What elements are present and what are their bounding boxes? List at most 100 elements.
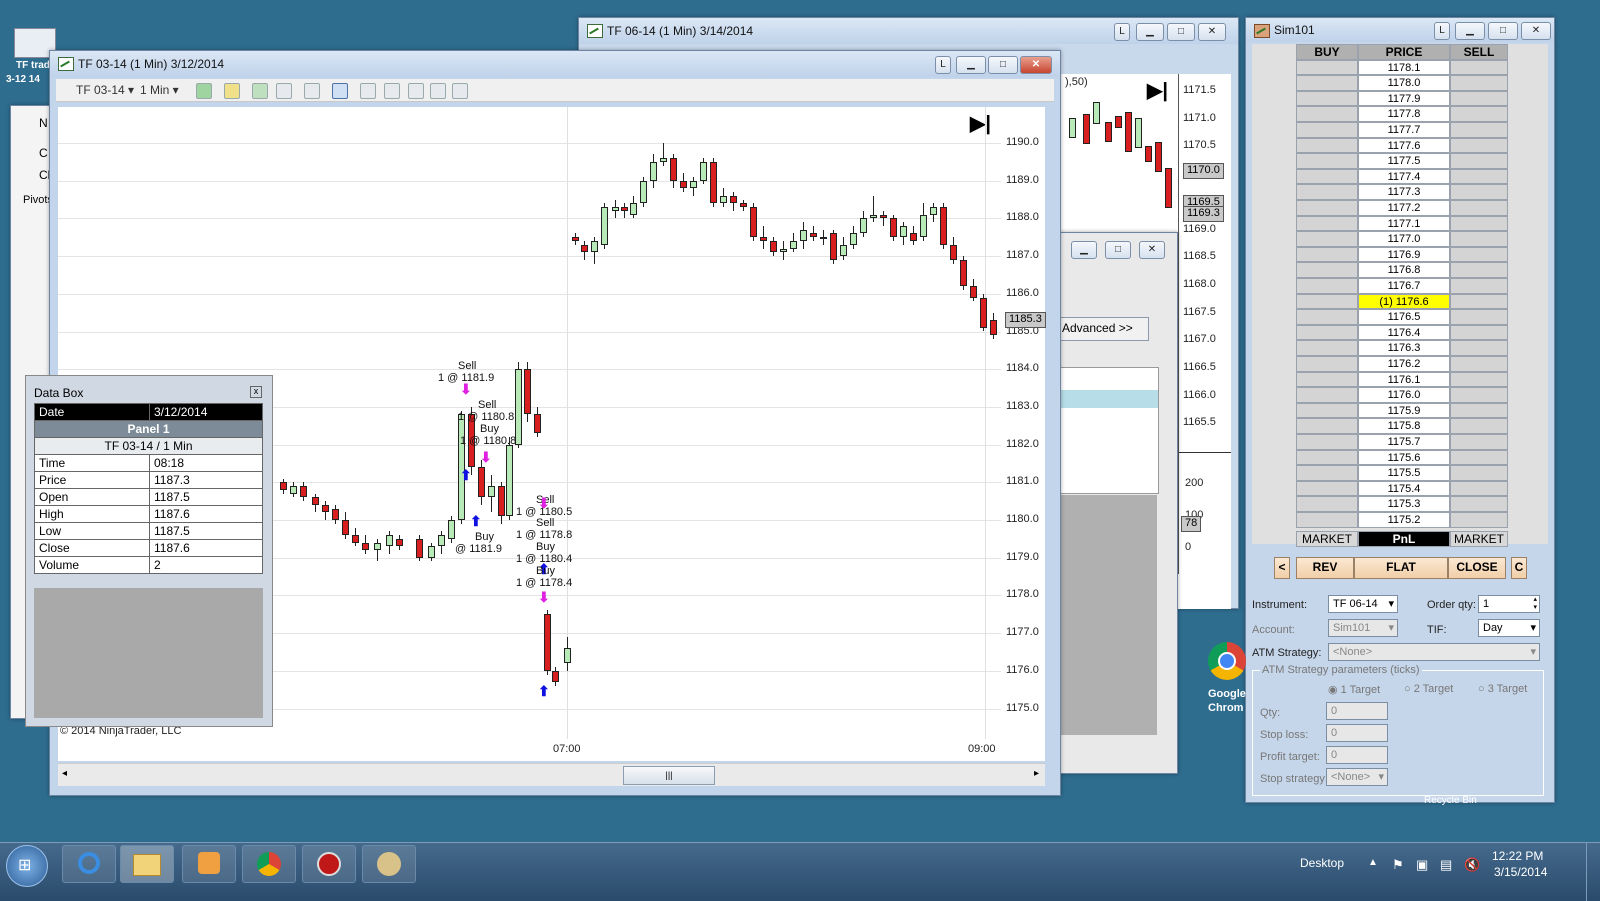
buy-cell[interactable]: [1296, 90, 1358, 107]
candle-body[interactable]: [428, 546, 435, 558]
link-button[interactable]: L: [1114, 23, 1130, 41]
dataBox-toggle-icon[interactable]: [452, 83, 468, 99]
candle-body[interactable]: [930, 207, 937, 215]
candle-body[interactable]: [1093, 102, 1100, 124]
reverse-button[interactable]: REV: [1296, 557, 1354, 579]
candle-body[interactable]: [534, 414, 541, 434]
candle-body[interactable]: [700, 161, 707, 181]
candle-body[interactable]: [1145, 146, 1152, 162]
sell-cell[interactable]: [1450, 324, 1508, 341]
instrument-selector[interactable]: TF 03-14 ▾: [76, 83, 134, 97]
scrollbar-thumb[interactable]: |||: [623, 766, 715, 785]
candle-body[interactable]: [840, 244, 847, 257]
candle-body[interactable]: [438, 535, 445, 547]
sell-cell[interactable]: [1450, 387, 1508, 403]
candle-body[interactable]: [300, 486, 307, 498]
order-window[interactable]: ▁ □ ✕ Advanced >>: [1052, 232, 1178, 774]
candle-body[interactable]: [950, 244, 957, 260]
two-target-radio[interactable]: ○ 2 Target: [1404, 683, 1453, 695]
buy-cell[interactable]: [1296, 449, 1358, 466]
buy-cell[interactable]: [1296, 324, 1358, 341]
candle-body[interactable]: [386, 535, 393, 547]
candle-body[interactable]: [660, 158, 667, 162]
buy-cell[interactable]: [1296, 496, 1358, 512]
buy-cell[interactable]: [1296, 355, 1358, 372]
sell-cell[interactable]: [1450, 465, 1508, 481]
candle-body[interactable]: [552, 670, 559, 683]
candle-body[interactable]: [880, 214, 887, 219]
candle-body[interactable]: [740, 203, 747, 208]
buy-cell[interactable]: [1296, 75, 1358, 91]
close-position-button[interactable]: CLOSE: [1448, 557, 1506, 579]
scroll-left-arrow[interactable]: ◂: [62, 768, 67, 779]
stop-loss-stepper[interactable]: 0: [1326, 724, 1388, 742]
candle-body[interactable]: [524, 369, 531, 415]
sell-cell[interactable]: [1450, 511, 1508, 528]
sell-cell[interactable]: [1450, 418, 1508, 434]
buy-cell[interactable]: [1296, 387, 1358, 403]
window-titlebar[interactable]: Sim101 L ▁ □ ✕: [1246, 18, 1554, 42]
explorer-taskbar-button[interactable]: [120, 845, 174, 883]
buy-cell[interactable]: [1296, 199, 1358, 216]
account-dropdown[interactable]: Sim101 ▾: [1328, 619, 1398, 637]
pencil-icon[interactable]: [224, 83, 240, 99]
buy-cell[interactable]: [1296, 293, 1358, 310]
candle-body[interactable]: [770, 241, 777, 253]
maximize-button[interactable]: □: [1105, 241, 1131, 259]
candle-body[interactable]: [352, 535, 359, 543]
minimize-button[interactable]: ▁: [1071, 241, 1097, 259]
strategy-icon[interactable]: [276, 83, 292, 99]
sell-cell[interactable]: [1450, 355, 1508, 372]
buy-cell[interactable]: [1296, 433, 1358, 450]
link-button[interactable]: L: [935, 56, 951, 74]
sell-cell[interactable]: [1450, 371, 1508, 388]
candle-body[interactable]: [970, 286, 977, 298]
goto-end-icon[interactable]: ▶|: [1147, 78, 1168, 103]
pointer-icon[interactable]: [304, 83, 320, 99]
candle-body[interactable]: [544, 614, 551, 671]
show-desktop-button[interactable]: [1586, 843, 1600, 901]
show-hidden-icons-chevron-icon[interactable]: ▲: [1368, 857, 1378, 868]
add-indicator-icon[interactable]: [252, 83, 268, 99]
candle-body[interactable]: [1125, 112, 1132, 152]
candle-body[interactable]: [1135, 118, 1142, 148]
candle-body[interactable]: [640, 180, 647, 204]
candle-body[interactable]: [1165, 168, 1172, 208]
order-list-row-selected[interactable]: [1058, 390, 1158, 408]
candle-body[interactable]: [498, 486, 505, 517]
buy-cell[interactable]: [1296, 371, 1358, 388]
media-player-taskbar-button[interactable]: [182, 845, 236, 883]
candle-body[interactable]: [572, 237, 579, 242]
data-series-icon[interactable]: [384, 83, 400, 99]
chrome-taskbar-button[interactable]: [242, 845, 296, 883]
candle-body[interactable]: [488, 486, 495, 498]
tray-volume-icon[interactable]: 🔇: [1464, 857, 1480, 873]
link-button[interactable]: L: [1434, 22, 1450, 40]
sell-cell[interactable]: [1450, 246, 1508, 263]
flat-button[interactable]: FLAT: [1354, 557, 1448, 579]
candle-body[interactable]: [332, 508, 339, 520]
buy-cell[interactable]: [1296, 418, 1358, 434]
candle-body[interactable]: [374, 542, 381, 551]
ie-taskbar-button[interactable]: [62, 845, 116, 883]
candle-body[interactable]: [1069, 118, 1076, 138]
candle-body[interactable]: [890, 218, 897, 238]
candle-body[interactable]: [564, 648, 571, 664]
buy-cell[interactable]: [1296, 106, 1358, 122]
candle-body[interactable]: [1155, 142, 1162, 172]
prev-button[interactable]: <: [1274, 557, 1290, 579]
sell-cell[interactable]: [1450, 137, 1508, 154]
sell-cell[interactable]: [1450, 153, 1508, 169]
goto-end-icon[interactable]: ▶|: [970, 111, 991, 136]
candle-body[interactable]: [478, 467, 485, 498]
desktop-toolbar-label[interactable]: Desktop: [1300, 856, 1344, 870]
buy-cell[interactable]: [1296, 465, 1358, 481]
buy-cell[interactable]: [1296, 153, 1358, 169]
candle-body[interactable]: [760, 237, 767, 242]
candle-body[interactable]: [1083, 114, 1090, 144]
candle-body[interactable]: [910, 233, 917, 241]
snapshot-icon[interactable]: [408, 83, 424, 99]
sell-cell[interactable]: [1450, 106, 1508, 122]
candlestick-style-icon[interactable]: [196, 83, 212, 99]
candle-body[interactable]: [322, 504, 329, 513]
